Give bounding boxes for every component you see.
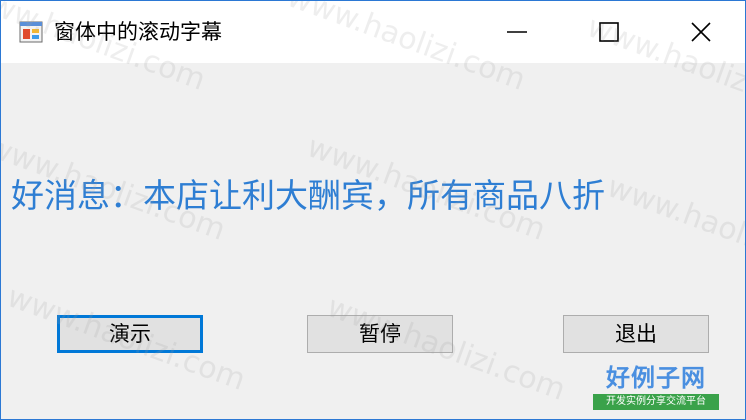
minimize-icon (507, 22, 527, 42)
maximize-icon (599, 22, 619, 42)
minimize-button[interactable] (471, 1, 563, 63)
logo-sub-text: 开发实例分享交流平台 (593, 394, 719, 410)
site-logo: 好例子网 开发实例分享交流平台 (593, 363, 719, 411)
title-bar[interactable]: 窗体中的滚动字幕 (1, 1, 745, 63)
maximize-button[interactable] (563, 1, 655, 63)
window-title: 窗体中的滚动字幕 (54, 20, 222, 44)
logo-main-text: 好例子网 (606, 364, 706, 392)
demo-button[interactable]: 演示 (57, 315, 203, 353)
scrolling-marquee-label: 好消息：本店让利大酬宾，所有商品八折 (11, 176, 605, 215)
close-button[interactable] (655, 1, 745, 63)
close-icon (691, 22, 711, 42)
exit-button[interactable]: 退出 (563, 315, 709, 353)
app-window: 窗体中的滚动字幕 好消息：本店让利大酬宾，所有商品八折 演示 暂停 退出 www… (0, 0, 746, 420)
app-form-icon[interactable] (19, 20, 43, 44)
pause-button[interactable]: 暂停 (307, 315, 453, 353)
